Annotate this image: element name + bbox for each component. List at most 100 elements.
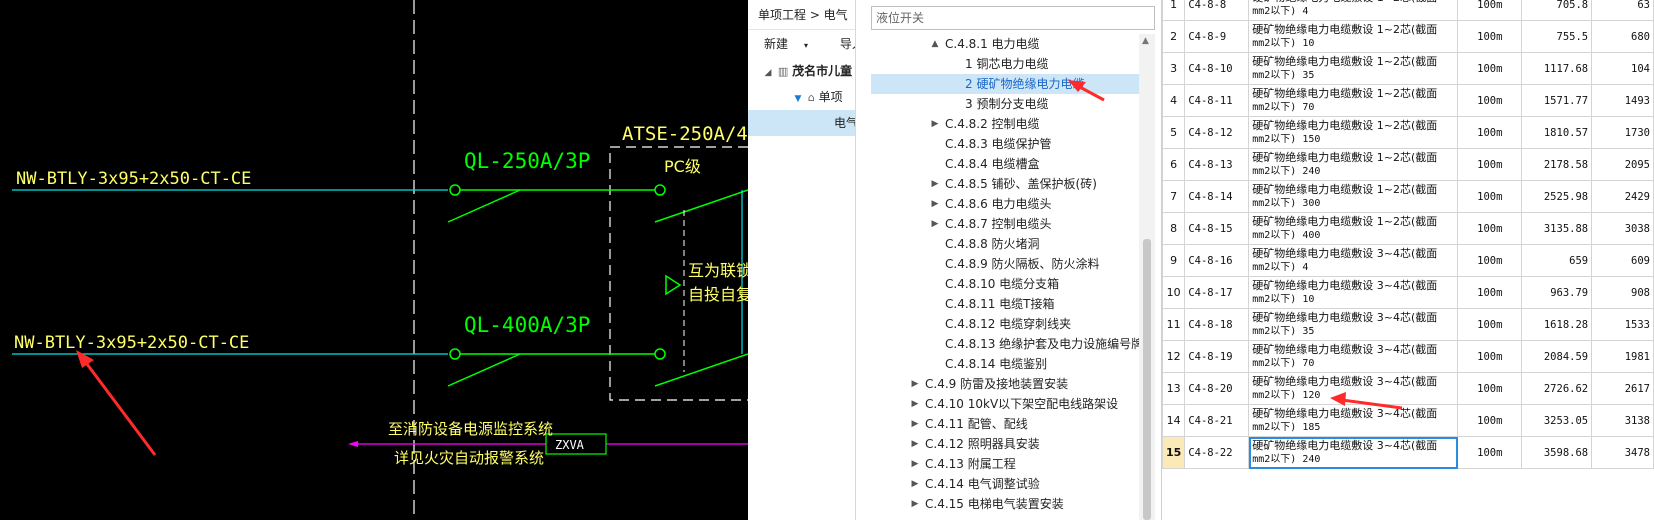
unit-cell[interactable]: 100m	[1457, 180, 1523, 213]
table-row[interactable]: 14 C4-8-21 硬矿物绝缘电力电缆敷设 3~4芯(截面 mm2以下) 185 10…	[1162, 404, 1654, 437]
table-row[interactable]: 12 C4-8-19 硬矿物绝缘电力电缆敷设 3~4芯(截面 mm2以下) 70 100…	[1162, 340, 1654, 373]
row-number[interactable]: 11	[1162, 308, 1186, 341]
expand-caret-icon[interactable]: ◢	[762, 60, 774, 86]
price-cell[interactable]: 3135.88	[1521, 212, 1593, 245]
category-tree-item[interactable]: C.4.8.8 防火堵洞	[871, 234, 1139, 254]
category-tree-item[interactable]: C.4.8.4 电缆槽盒	[871, 154, 1139, 174]
table-row[interactable]: 2 C4-8-9 硬矿物绝缘电力电缆敷设 1~2芯(截面 mm2以下) 10 100m 7…	[1162, 20, 1654, 53]
scroll-up-icon[interactable]: ▲	[1142, 36, 1149, 46]
expand-caret-icon[interactable]: ▶	[909, 374, 921, 394]
quota-name-cell[interactable]: 硬矿物绝缘电力电缆敷设 1~2芯(截面 mm2以下) 300	[1248, 180, 1459, 213]
quota-code-cell[interactable]: C4-8-10	[1184, 52, 1250, 85]
row-number[interactable]: 4	[1162, 84, 1186, 117]
tree-node-project[interactable]: ◢ ▥ 茂名市儿童	[748, 58, 855, 84]
quota-name-cell[interactable]: 硬矿物绝缘电力电缆敷设 1~2芯(截面 mm2以下) 70	[1248, 84, 1459, 117]
expand-caret-icon[interactable]: ▶	[929, 174, 941, 194]
unit-cell[interactable]: 100m	[1457, 20, 1523, 53]
quota-code-cell[interactable]: C4-8-17	[1184, 276, 1250, 309]
tree-scrollbar[interactable]: ▲	[1139, 34, 1155, 520]
price2-cell[interactable]: 3138	[1591, 404, 1654, 437]
category-tree-item[interactable]: ▶ C.4.15 电梯电气装置安装	[871, 494, 1139, 514]
expand-caret-icon[interactable]: ▶	[929, 114, 941, 134]
category-tree-item[interactable]: C.4.8.14 电缆鉴别	[871, 354, 1139, 374]
table-row[interactable]: 4 C4-8-11 硬矿物绝缘电力电缆敷设 1~2芯(截面 mm2以下) 70 100m…	[1162, 84, 1654, 117]
price-cell[interactable]: 2084.59	[1521, 340, 1593, 373]
expand-caret-icon[interactable]: ▶	[929, 214, 941, 234]
unit-cell[interactable]: 100m	[1457, 308, 1523, 341]
category-tree-item[interactable]: C.4.8.3 电缆保护管	[871, 134, 1139, 154]
expand-caret-icon[interactable]: ▶	[909, 454, 921, 474]
table-row[interactable]: 8 C4-8-15 硬矿物绝缘电力电缆敷设 1~2芯(截面 mm2以下) 400 100…	[1162, 212, 1654, 245]
category-tree-item[interactable]: ▶ C.4.8.5 铺砂、盖保护板(砖)	[871, 174, 1139, 194]
row-number[interactable]: 15	[1162, 436, 1186, 469]
quota-name-cell[interactable]: 硬矿物绝缘电力电缆敷设 1~2芯(截面 mm2以下) 400	[1248, 212, 1459, 245]
expand-caret-icon[interactable]: ▶	[909, 494, 921, 514]
unit-cell[interactable]: 100m	[1457, 148, 1523, 181]
quota-name-cell[interactable]: 硬矿物绝缘电力电缆敷设 1~2芯(截面 mm2以下) 35	[1248, 52, 1459, 85]
price2-cell[interactable]: 1981	[1591, 340, 1654, 373]
quota-code-cell[interactable]: C4-8-9	[1184, 20, 1250, 53]
table-row[interactable]: 15 C4-8-22 硬矿物绝缘电力电缆敷设 3~4芯(截面 mm2以下) 240 10…	[1162, 436, 1654, 469]
table-row[interactable]: 6 C4-8-13 硬矿物绝缘电力电缆敷设 1~2芯(截面 mm2以下) 240 100…	[1162, 148, 1654, 181]
row-number[interactable]: 10	[1162, 276, 1186, 309]
price2-cell[interactable]: 63	[1591, 0, 1654, 21]
price-cell[interactable]: 2525.98	[1521, 180, 1593, 213]
table-row[interactable]: 13 C4-8-20 硬矿物绝缘电力电缆敷设 3~4芯(截面 mm2以下) 120 10…	[1162, 372, 1654, 405]
price-cell[interactable]: 1810.57	[1521, 116, 1593, 149]
unit-cell[interactable]: 100m	[1457, 52, 1523, 85]
price-cell[interactable]: 3598.68	[1521, 436, 1593, 469]
new-button[interactable]: 新建 ▾	[764, 37, 822, 51]
unit-cell[interactable]: 100m	[1457, 84, 1523, 117]
unit-cell[interactable]: 100m	[1457, 340, 1523, 373]
row-number[interactable]: 1	[1162, 0, 1186, 21]
row-number[interactable]: 8	[1162, 212, 1186, 245]
quota-code-cell[interactable]: C4-8-22	[1184, 436, 1250, 469]
unit-cell[interactable]: 100m	[1457, 436, 1523, 469]
row-number[interactable]: 3	[1162, 52, 1186, 85]
quota-code-cell[interactable]: C4-8-19	[1184, 340, 1250, 373]
breadcrumb[interactable]: 单项工程 > 电气	[748, 0, 855, 30]
category-tree-item[interactable]: ▶ C.4.12 照明器具安装	[871, 434, 1139, 454]
category-tree-item[interactable]: ▶ C.4.14 电气调整试验	[871, 474, 1139, 494]
row-number[interactable]: 9	[1162, 244, 1186, 277]
quota-code-cell[interactable]: C4-8-8	[1184, 0, 1250, 21]
category-tree-item[interactable]: ▶ C.4.8.7 控制电缆头	[871, 214, 1139, 234]
price2-cell[interactable]: 908	[1591, 276, 1654, 309]
price2-cell[interactable]: 609	[1591, 244, 1654, 277]
quota-code-cell[interactable]: C4-8-12	[1184, 116, 1250, 149]
expand-caret-icon[interactable]: ▶	[909, 474, 921, 494]
category-tree-item[interactable]: 3 预制分支电缆	[871, 94, 1139, 114]
quota-code-cell[interactable]: C4-8-20	[1184, 372, 1250, 405]
category-tree-item[interactable]: ▶ C.4.8.6 电力电缆头	[871, 194, 1139, 214]
table-row[interactable]: 11 C4-8-18 硬矿物绝缘电力电缆敷设 3~4芯(截面 mm2以下) 35 100…	[1162, 308, 1654, 341]
price2-cell[interactable]: 680	[1591, 20, 1654, 53]
price2-cell[interactable]: 1730	[1591, 116, 1654, 149]
expand-caret-icon[interactable]: ▶	[909, 414, 921, 434]
category-tree-item[interactable]: 2 硬矿物绝缘电力电缆	[871, 74, 1139, 94]
quota-name-cell[interactable]: 硬矿物绝缘电力电缆敷设 1~2芯(截面 mm2以下) 10	[1248, 20, 1459, 53]
price2-cell[interactable]: 2095	[1591, 148, 1654, 181]
price2-cell[interactable]: 1493	[1591, 84, 1654, 117]
category-tree-item[interactable]: ▶ C.4.13 附属工程	[871, 454, 1139, 474]
quota-code-cell[interactable]: C4-8-14	[1184, 180, 1250, 213]
row-number[interactable]: 12	[1162, 340, 1186, 373]
quota-name-cell[interactable]: 硬矿物绝缘电力电缆敷设 1~2芯(截面 mm2以下) 150	[1248, 116, 1459, 149]
quota-code-cell[interactable]: C4-8-16	[1184, 244, 1250, 277]
expand-caret-icon[interactable]: ▶	[929, 194, 941, 214]
quota-name-cell[interactable]: 硬矿物绝缘电力电缆敷设 3~4芯(截面 mm2以下) 120	[1248, 372, 1459, 405]
category-tree-item[interactable]: C.4.8.11 电缆T接箱	[871, 294, 1139, 314]
price-cell[interactable]: 2178.58	[1521, 148, 1593, 181]
quota-name-cell[interactable]: 硬矿物绝缘电力电缆敷设 3~4芯(截面 mm2以下) 4	[1248, 244, 1459, 277]
quota-code-cell[interactable]: C4-8-15	[1184, 212, 1250, 245]
price-cell[interactable]: 963.79	[1521, 276, 1593, 309]
price-cell[interactable]: 659	[1521, 244, 1593, 277]
row-number[interactable]: 5	[1162, 116, 1186, 149]
row-number[interactable]: 6	[1162, 148, 1186, 181]
price2-cell[interactable]: 3038	[1591, 212, 1654, 245]
quota-code-cell[interactable]: C4-8-21	[1184, 404, 1250, 437]
scroll-thumb[interactable]	[1143, 239, 1151, 520]
quota-name-cell[interactable]: 硬矿物绝缘电力电缆敷设 1~2芯(截面 mm2以下) 240	[1248, 148, 1459, 181]
category-tree-item[interactable]: 1 铜芯电力电缆	[871, 54, 1139, 74]
tree-node-electrical[interactable]: 电气	[748, 110, 855, 136]
category-tree-item[interactable]: C.4.8.10 电缆分支箱	[871, 274, 1139, 294]
